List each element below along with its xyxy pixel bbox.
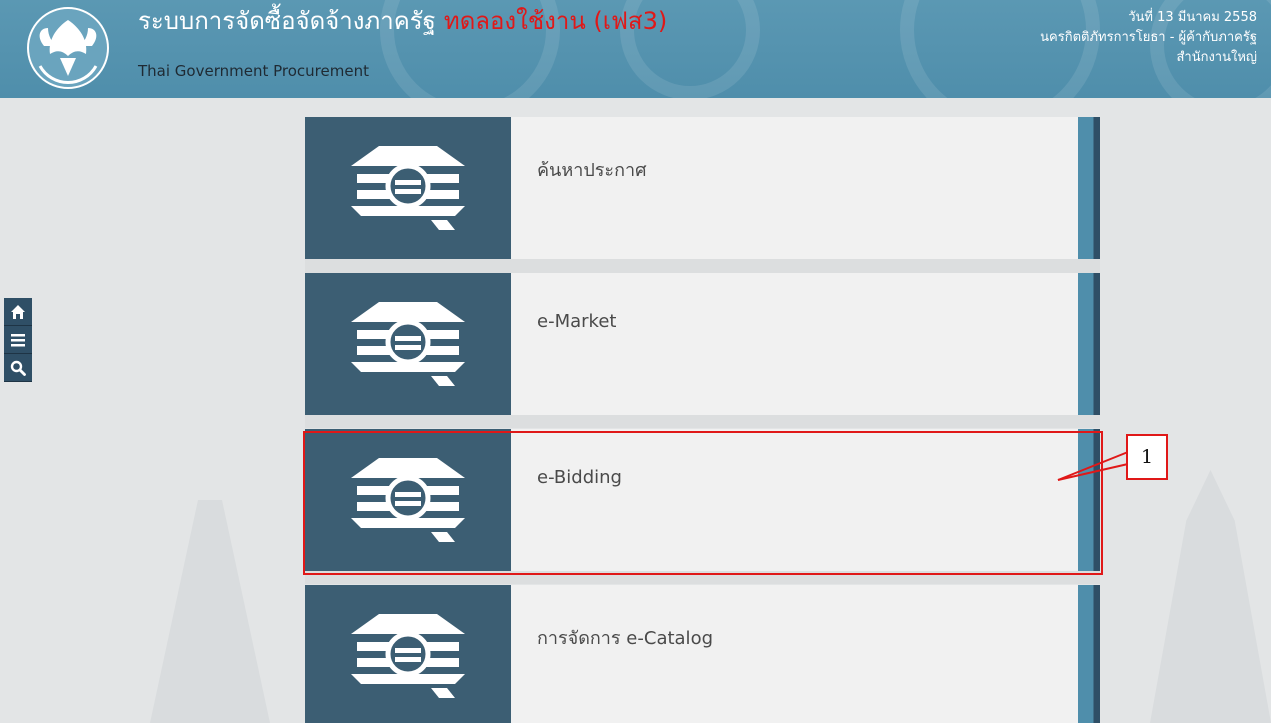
procurement-search-icon: [351, 146, 465, 230]
office-name: สำนักงานใหญ่: [1176, 50, 1257, 65]
menu-button[interactable]: [4, 326, 32, 354]
card-icon-box: [305, 117, 511, 259]
title-trial-badge: ทดลองใช้งาน (เฟส3): [443, 7, 668, 35]
app-subtitle: Thai Government Procurement: [138, 62, 369, 80]
card-label: e-Market: [537, 311, 617, 332]
card-separator: [305, 414, 1100, 428]
side-toolbar: [4, 298, 32, 382]
procurement-search-icon: [351, 614, 465, 698]
procurement-search-icon: [351, 302, 465, 386]
search-button[interactable]: [4, 354, 32, 382]
user-info: วันที่ 13 มีนาคม 2558 นครกิตติภัทรการโยธ…: [1040, 8, 1257, 68]
menu-icon: [11, 333, 25, 346]
card-label: การจัดการ e-Catalog: [537, 628, 714, 649]
card-separator: [305, 259, 1100, 273]
menu-card-e-market[interactable]: e-Market: [305, 273, 1100, 415]
card-label: ค้นหาประกาศ: [537, 160, 647, 181]
home-icon: [11, 304, 25, 319]
search-icon: [10, 360, 26, 376]
app-header: ระบบการจัดซื้อจัดจ้างภาครัฐ ทดลองใช้งาน (…: [0, 0, 1271, 98]
background-temple-left: [150, 500, 270, 723]
annotation-callout-number: 1: [1126, 434, 1168, 480]
app-title: ระบบการจัดซื้อจัดจ้างภาครัฐ ทดลองใช้งาน (…: [138, 6, 667, 36]
card-side-bar: [1078, 117, 1100, 259]
annotation-highlight-box: [303, 431, 1103, 575]
card-icon-box: [305, 585, 511, 723]
background-temple-right: [1150, 470, 1271, 723]
current-date: วันที่ 13 มีนาคม 2558: [1128, 10, 1257, 25]
home-button[interactable]: [4, 298, 32, 326]
menu-card-e-catalog[interactable]: การจัดการ e-Catalog: [305, 585, 1100, 723]
title-main: ระบบการจัดซื้อจัดจ้างภาครัฐ: [138, 7, 436, 35]
menu-card-search-announcement[interactable]: ค้นหาประกาศ: [305, 117, 1100, 259]
comptroller-logo: [27, 7, 109, 89]
user-name[interactable]: นครกิตติภัทรการโยธา - ผู้ค้ากับภาครัฐ: [1040, 28, 1257, 48]
card-side-bar: [1078, 585, 1100, 723]
card-side-bar: [1078, 273, 1100, 415]
card-icon-box: [305, 273, 511, 415]
